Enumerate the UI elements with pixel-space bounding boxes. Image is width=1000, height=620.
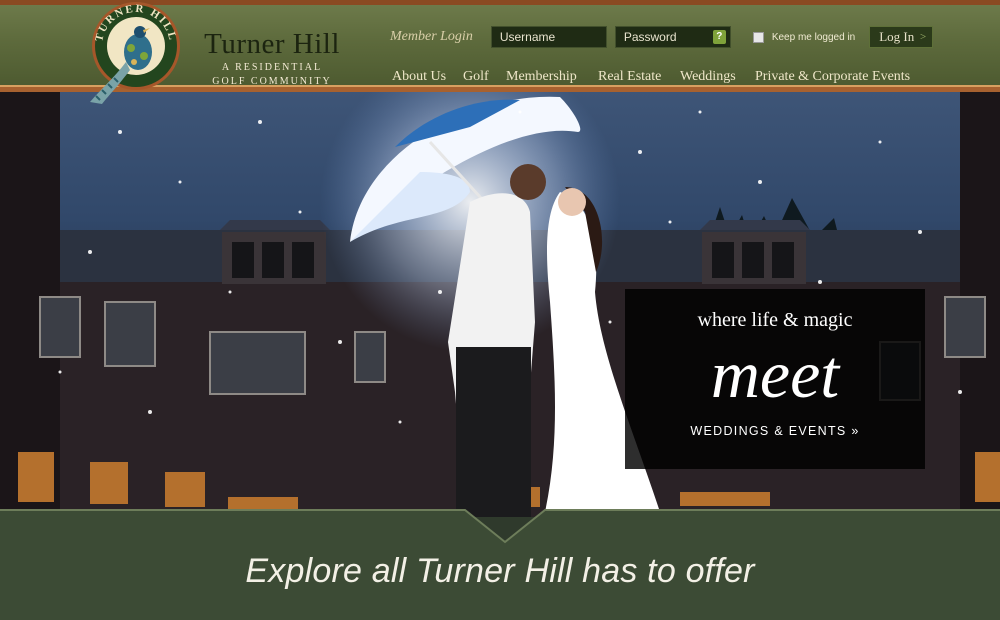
brand-subtitle-line1: A RESIDENTIAL [221, 62, 323, 73]
turner-hill-logo[interactable]: TURNER HILL [88, 0, 184, 106]
username-field[interactable]: Username [490, 26, 607, 48]
promo-tagline: where life & magic [697, 309, 853, 331]
password-field[interactable]: Password ? [614, 26, 731, 48]
nav-item-events[interactable]: Private & Corporate Events [755, 69, 910, 85]
password-placeholder: Password [623, 30, 677, 44]
explore-heading: Explore all Turner Hill has to offer [245, 552, 755, 590]
weddings-promo-box[interactable]: where life & magic meet WEDDINGS & EVENT… [625, 289, 925, 469]
remember-label: Keep me logged in [771, 31, 856, 43]
login-button-label: Log In [879, 29, 915, 44]
nav-item-membership[interactable]: Membership [506, 69, 577, 85]
password-help-icon[interactable]: ? [712, 30, 726, 44]
brand-name: Turner Hill [204, 28, 340, 60]
username-placeholder: Username [499, 30, 556, 44]
weddings-events-link[interactable]: WEDDINGS & EVENTS » [625, 424, 925, 438]
remember-me[interactable]: Keep me logged in [752, 31, 856, 43]
nav-item-about-us[interactable]: About Us [392, 69, 446, 85]
promo-headline: meet [710, 336, 840, 412]
brand-wordmark[interactable]: Turner Hill A RESIDENTIAL GOLF COMMUNITY [192, 29, 352, 87]
chevron-right-icon: > [920, 31, 927, 43]
brand-subtitle-line2: GOLF COMMUNITY [212, 76, 332, 87]
member-login-label: Member Login [390, 29, 473, 44]
nav-item-real-estate[interactable]: Real Estate [598, 69, 661, 85]
nav-item-weddings[interactable]: Weddings [680, 69, 736, 85]
login-button[interactable]: Log In > [869, 26, 934, 48]
member-login-form: Member Login Username Password ? Keep me… [390, 25, 934, 49]
remember-checkbox[interactable] [752, 31, 764, 43]
nav-item-golf[interactable]: Golf [463, 69, 489, 85]
